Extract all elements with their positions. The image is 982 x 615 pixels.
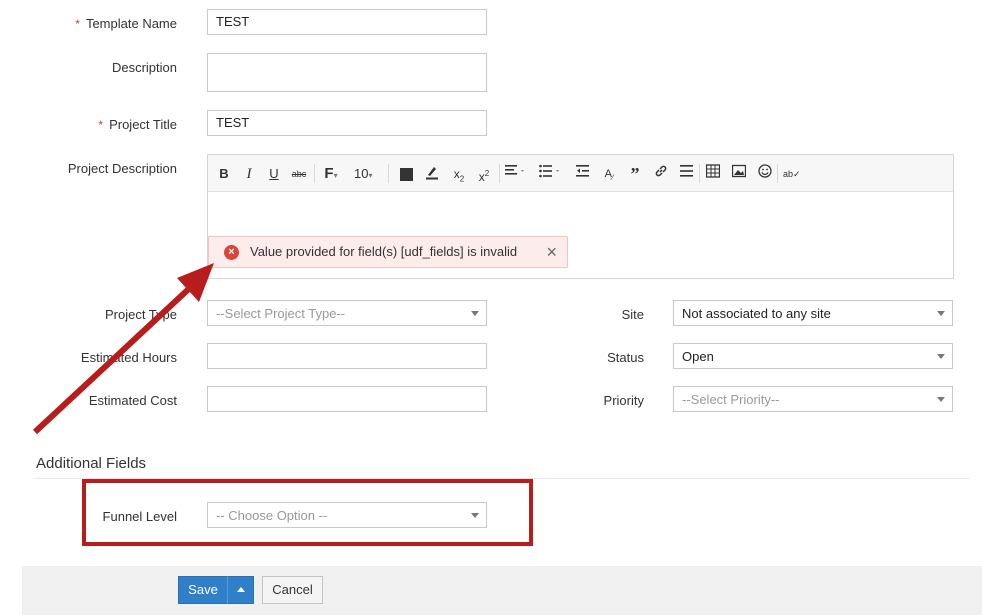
form-footer: [22, 566, 982, 615]
annotation-arrow: [32, 263, 214, 435]
caret-up-icon: [237, 587, 245, 592]
save-button[interactable]: Save: [178, 576, 228, 604]
cancel-button[interactable]: Cancel: [262, 576, 323, 604]
save-options-button[interactable]: [227, 576, 254, 604]
